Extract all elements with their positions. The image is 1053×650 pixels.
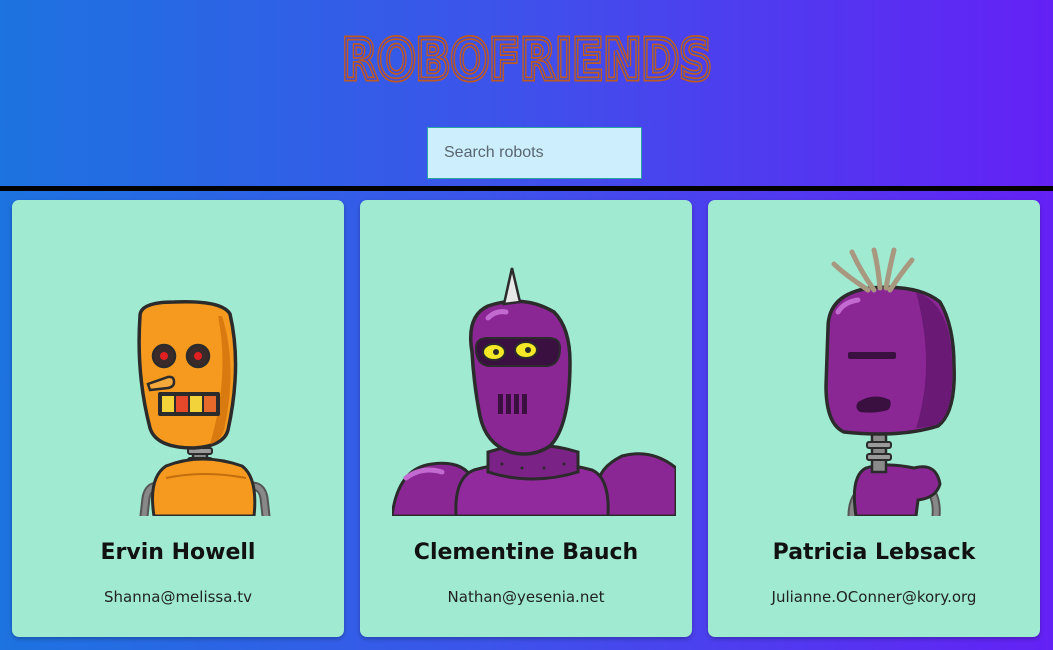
svg-text:ROBOFRIENDS: ROBOFRIENDS bbox=[342, 28, 712, 90]
robot-avatar-image bbox=[824, 247, 956, 516]
robot-email: Nathan@yesenia.net bbox=[447, 588, 605, 606]
robot-card[interactable]: Ervin Howell Shanna@melissa.tv bbox=[12, 200, 344, 637]
robot-name: Clementine Bauch bbox=[413, 540, 639, 565]
app-title: ROBOFRIENDS ROBOFRIENDS bbox=[0, 26, 1053, 90]
robot-name: Patricia Lebsack bbox=[772, 540, 976, 565]
robot-name: Ervin Howell bbox=[100, 540, 256, 565]
robot-email: Julianne.OConner@kory.org bbox=[771, 588, 977, 606]
robot-email: Shanna@melissa.tv bbox=[104, 588, 252, 606]
search-input[interactable] bbox=[427, 127, 642, 179]
robot-card[interactable]: Patricia Lebsack Julianne.OConner@kory.o… bbox=[708, 200, 1040, 637]
header: ROBOFRIENDS ROBOFRIENDS bbox=[0, 0, 1053, 187]
robot-avatar-image bbox=[392, 267, 676, 516]
header-divider bbox=[0, 186, 1053, 191]
robot-card[interactable]: Clementine Bauch Nathan@yesenia.net bbox=[360, 200, 692, 637]
robot-avatar-image bbox=[137, 300, 271, 516]
app-title-logo: ROBOFRIENDS ROBOFRIENDS bbox=[339, 26, 714, 90]
